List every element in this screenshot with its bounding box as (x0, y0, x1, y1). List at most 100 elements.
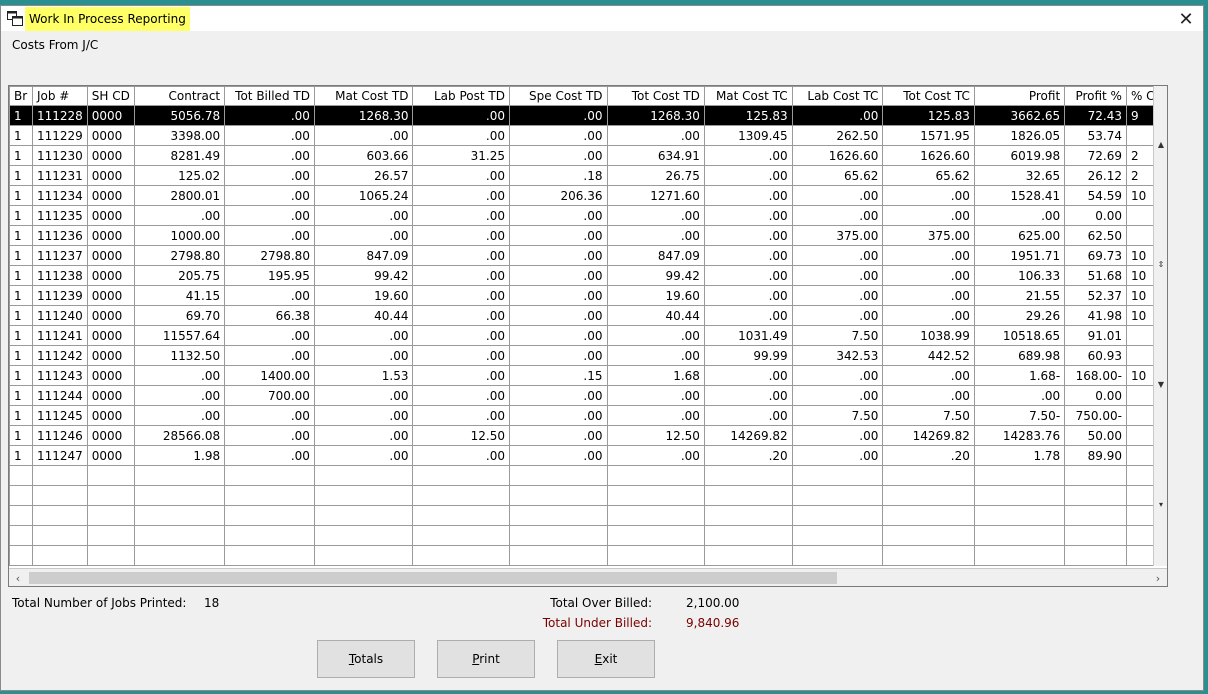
table-row[interactable]: 1 111229 0000 3398.00.00.00.00.00.00 1309.45… (9, 125, 1168, 146)
table-cell: .00 (412, 445, 510, 466)
column-header[interactable]: Tot Cost TD (606, 86, 705, 106)
table-cell: .00 (882, 245, 975, 266)
empty-row[interactable] (9, 465, 1168, 486)
table-row[interactable]: 1 111237 0000 2798.80 2798.80 847.09.00.00 847… (9, 245, 1168, 266)
table-cell: .00 (508, 405, 608, 426)
column-header[interactable]: Tot Cost TC (882, 86, 975, 106)
table-row[interactable]: 1 111238 0000 205.75 195.95 99.42.00.00 99.42.… (9, 265, 1168, 286)
table-cell: 1 (9, 365, 33, 386)
table-row[interactable]: 1 111245 0000.00.00.00.00.00.00.00 7.50 7.50… (9, 405, 1168, 426)
column-header[interactable]: Contract (133, 86, 226, 106)
table-cell: 72.69 (1064, 145, 1127, 166)
empty-cell (224, 545, 315, 566)
empty-row[interactable] (9, 485, 1168, 506)
scroll-down-icon[interactable]: ▾ (1155, 498, 1167, 510)
column-header[interactable]: Profit % (1064, 86, 1127, 106)
empty-cell (508, 465, 608, 486)
wip-grid[interactable]: Br Job # SH CD Contract Tot Billed TD Mat Cos… (8, 85, 1168, 587)
table-cell: 7.50 (791, 405, 884, 426)
empty-cell (882, 485, 975, 506)
horizontal-scroll-thumb[interactable] (29, 572, 837, 584)
under-billed-label: Total Under Billed: (542, 616, 652, 630)
horizontal-scrollbar[interactable]: ‹ › (9, 568, 1167, 586)
table-cell: .00 (882, 305, 975, 326)
table-row[interactable]: 1 111243 0000.00 1400.00 1.53.00.15 1.68.00.0… (9, 365, 1168, 386)
scroll-left-icon[interactable]: ‹ (9, 569, 27, 587)
scroll-right-icon[interactable]: › (1149, 569, 1167, 587)
table-cell: 40.44 (606, 305, 705, 326)
totals-button[interactable]: Totals (317, 640, 415, 678)
table-cell: 3398.00 (133, 125, 226, 146)
column-header[interactable]: Lab Post TD (412, 86, 510, 106)
table-cell: .00 (412, 245, 510, 266)
table-cell: .00 (224, 345, 315, 366)
table-row[interactable]: 1 111241 0000 11557.64.00.00.00.00.00 1031.4… (9, 325, 1168, 346)
table-cell: .00 (412, 285, 510, 306)
column-header[interactable]: Mat Cost TC (703, 86, 793, 106)
column-header[interactable]: Br (9, 86, 33, 106)
column-header[interactable]: Tot Billed TD (224, 86, 315, 106)
table-cell: .00 (882, 385, 975, 406)
close-icon[interactable]: ✕ (1175, 8, 1197, 30)
scroll-page-icon[interactable]: ⇕ (1155, 258, 1167, 270)
empty-cell (973, 465, 1066, 486)
empty-cell (86, 505, 135, 526)
table-row[interactable]: 1 111247 0000 1.98.00.00.00.00.00.20.00.20 1… (9, 445, 1168, 466)
table-cell: .00 (412, 105, 510, 126)
table-cell: .00 (412, 345, 510, 366)
table-row[interactable]: 1 111236 0000 1000.00.00.00.00.00.00.00 375.… (9, 225, 1168, 246)
empty-cell (882, 465, 975, 486)
empty-cell (606, 505, 705, 526)
table-cell: .00 (508, 325, 608, 346)
table-cell: 1 (9, 205, 33, 226)
empty-cell (791, 545, 884, 566)
scroll-down-small-icon[interactable]: ▼ (1155, 378, 1167, 390)
table-cell: 7.50 (791, 325, 884, 346)
table-cell: .20 (882, 445, 975, 466)
table-row[interactable]: 1 111235 0000.00.00.00.00.00.00.00.00.00.0… (9, 205, 1168, 226)
empty-cell (606, 545, 705, 566)
column-header[interactable]: Spe Cost TD (508, 86, 608, 106)
table-row[interactable]: 1 111228 0000 5056.78.00 1268.30.00.00 1268.3… (9, 105, 1168, 126)
vertical-scrollbar[interactable]: ▲ ⇕ ▼ ▾ (1153, 86, 1167, 566)
table-cell: 111239 (31, 285, 88, 306)
table-row[interactable]: 1 111239 0000 41.15.00 19.60.00.00 19.60.00.0… (9, 285, 1168, 306)
empty-row[interactable] (9, 545, 1168, 566)
column-header[interactable]: SH CD (86, 86, 135, 106)
table-cell: 1.68 (606, 365, 705, 386)
column-header[interactable]: Mat Cost TD (313, 86, 414, 106)
empty-cell (1064, 505, 1127, 526)
table-row[interactable]: 1 111244 0000.00 700.00.00.00.00.00.00.00.0… (9, 385, 1168, 406)
empty-row[interactable] (9, 525, 1168, 546)
table-cell: .00 (973, 385, 1066, 406)
table-cell: 12.50 (606, 425, 705, 446)
table-row[interactable]: 1 111231 0000 125.02.00 26.57.00.18 26.75.00 6… (9, 165, 1168, 186)
empty-cell (703, 465, 793, 486)
table-cell: 0000 (86, 325, 135, 346)
table-cell: .00 (703, 385, 793, 406)
column-header[interactable]: Lab Cost TC (791, 86, 884, 106)
empty-cell (791, 505, 884, 526)
table-cell: .00 (606, 405, 705, 426)
table-row[interactable]: 1 111242 0000 1132.50.00.00.00.00.00 99.99 34… (9, 345, 1168, 366)
column-header[interactable]: Profit (973, 86, 1066, 106)
table-cell: 0.00 (1064, 205, 1127, 226)
scroll-up-icon[interactable]: ▲ (1155, 138, 1167, 150)
empty-cell (133, 525, 226, 546)
exit-button[interactable]: Exit (557, 640, 655, 678)
table-cell: .00 (791, 285, 884, 306)
table-cell: .00 (508, 305, 608, 326)
table-row[interactable]: 1 111246 0000 28566.08.00.00 12.50.00 12.50 14… (9, 425, 1168, 446)
table-cell: .00 (703, 405, 793, 426)
table-cell: 125.83 (882, 105, 975, 126)
table-cell: .00 (412, 185, 510, 206)
empty-row[interactable] (9, 505, 1168, 526)
empty-cell (973, 525, 1066, 546)
table-cell: 1132.50 (133, 345, 226, 366)
table-row[interactable]: 1 111230 0000 8281.49.00 603.66 31.25.00 634.9… (9, 145, 1168, 166)
column-header[interactable]: Job # (31, 86, 88, 106)
empty-cell (606, 525, 705, 546)
table-row[interactable]: 1 111234 0000 2800.01.00 1065.24.00 206.36 127… (9, 185, 1168, 206)
table-row[interactable]: 1 111240 0000 69.70 66.38 40.44.00.00 40.44.00… (9, 305, 1168, 326)
print-button[interactable]: Print (437, 640, 535, 678)
